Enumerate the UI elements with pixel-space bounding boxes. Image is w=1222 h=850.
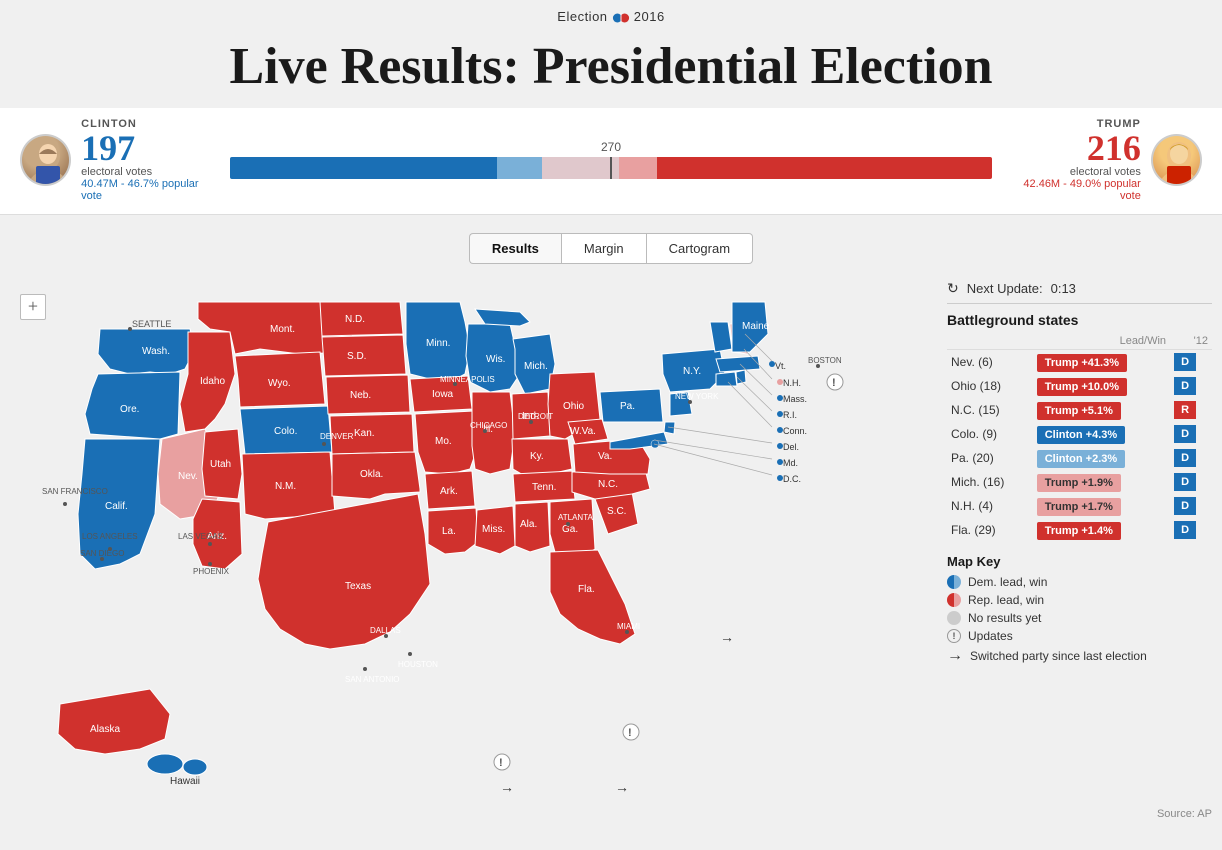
key-none-label: No results yet bbox=[968, 611, 1041, 625]
update-bar: ↻ Next Update: 0:13 bbox=[947, 274, 1212, 304]
key-updates-label: Updates bbox=[968, 629, 1013, 643]
key-rep-label: Rep. lead, win bbox=[968, 593, 1044, 607]
lead-bar: Clinton +2.3% bbox=[1037, 450, 1125, 468]
year12-badge: D bbox=[1174, 353, 1196, 371]
update-time: 0:13 bbox=[1051, 281, 1076, 296]
trump-avatar bbox=[1151, 134, 1202, 186]
table-row: Fla. (29) Trump +1.4% D bbox=[947, 518, 1212, 542]
state-name: Ohio (18) bbox=[951, 379, 1001, 393]
svg-text:Md.: Md. bbox=[783, 458, 798, 468]
trump-lead-bar bbox=[619, 157, 657, 179]
svg-text:BOSTON: BOSTON bbox=[808, 356, 842, 365]
map-key-title: Map Key bbox=[947, 554, 1212, 569]
state-name: Pa. (20) bbox=[951, 451, 994, 465]
clinton-info: CLINTON 197 electoral votes 40.47M - 46.… bbox=[20, 118, 220, 202]
year12-badge: D bbox=[1174, 497, 1196, 515]
key-rep: Rep. lead, win bbox=[947, 593, 1212, 607]
tab-cartogram[interactable]: Cartogram bbox=[647, 233, 753, 264]
year12-badge: D bbox=[1174, 473, 1196, 491]
clinton-avatar bbox=[20, 134, 71, 186]
svg-text:→: → bbox=[720, 629, 734, 645]
state-name: Fla. (29) bbox=[951, 523, 996, 537]
svg-text:Mass.: Mass. bbox=[783, 394, 807, 404]
svg-text:Hawaii: Hawaii bbox=[170, 776, 200, 787]
lead-bar: Trump +1.4% bbox=[1037, 522, 1121, 540]
svg-text:Conn.: Conn. bbox=[783, 426, 807, 436]
key-updates: ! Updates bbox=[947, 629, 1212, 643]
table-row: Nev. (6) Trump +41.3% D bbox=[947, 349, 1212, 374]
table-row: Mich. (16) Trump +1.9% D bbox=[947, 470, 1212, 494]
col-year-header: '12 bbox=[1170, 333, 1212, 350]
lead-bar: Trump +41.3% bbox=[1037, 354, 1127, 372]
main-title: Live Results: Presidential Election bbox=[0, 27, 1222, 108]
svg-text:Vt.: Vt. bbox=[775, 361, 786, 371]
right-panel: ↻ Next Update: 0:13 Battleground states … bbox=[932, 274, 1212, 794]
year12-badge: D bbox=[1174, 425, 1196, 443]
key-switched-label: Switched party since last election bbox=[970, 649, 1147, 663]
key-switched: → Switched party since last election bbox=[947, 647, 1212, 665]
source-text: Source: AP bbox=[0, 804, 1222, 824]
table-row: N.H. (4) Trump +1.7% D bbox=[947, 494, 1212, 518]
dem-win-dot bbox=[947, 575, 961, 589]
year12-badge: D bbox=[1174, 521, 1196, 539]
svg-text:N.H.: N.H. bbox=[783, 378, 801, 388]
map-key: Map Key Dem. lead, win Rep. lead, win No… bbox=[947, 554, 1212, 665]
switched-arrow: → bbox=[947, 647, 963, 665]
clinton-lead-bar bbox=[497, 157, 543, 179]
key-dem-label: Dem. lead, win bbox=[968, 575, 1047, 589]
table-row: N.C. (15) Trump +5.1% R bbox=[947, 398, 1212, 422]
svg-text:R.I.: R.I. bbox=[783, 410, 797, 420]
rep-win-dot bbox=[947, 593, 961, 607]
lead-bar: Trump +5.1% bbox=[1037, 402, 1121, 420]
lead-bar: Trump +1.9% bbox=[1037, 474, 1121, 492]
trump-info: TRUMP 216 electoral votes 42.46M - 49.0%… bbox=[1002, 118, 1202, 202]
svg-text:D.C.: D.C. bbox=[783, 474, 801, 484]
refresh-icon: ↻ bbox=[947, 280, 959, 297]
tab-margin[interactable]: Margin bbox=[561, 233, 647, 264]
table-row: Colo. (9) Clinton +4.3% D bbox=[947, 422, 1212, 446]
state-name: Colo. (9) bbox=[951, 427, 997, 441]
trump-win-bar bbox=[657, 157, 992, 179]
table-row: Ohio (18) Trump +10.0% D bbox=[947, 374, 1212, 398]
progress-bar: 270 bbox=[230, 140, 992, 179]
lead-bar: Clinton +4.3% bbox=[1037, 426, 1125, 444]
year12-badge: R bbox=[1174, 401, 1196, 419]
svg-text:→: → bbox=[500, 779, 514, 794]
svg-text:SEATTLE: SEATTLE bbox=[132, 319, 171, 329]
map-section: + Wash. Ore. Calif. Nev. Idaho M bbox=[10, 274, 932, 794]
trump-stats: TRUMP 216 electoral votes 42.46M - 49.0%… bbox=[1002, 118, 1141, 202]
score-bar: CLINTON 197 electoral votes 40.47M - 46.… bbox=[0, 108, 1222, 215]
main-content: + Wash. Ore. Calif. Nev. Idaho M bbox=[0, 274, 1222, 804]
battleground-title: Battleground states bbox=[947, 312, 1212, 328]
tab-results[interactable]: Results bbox=[469, 233, 561, 264]
lead-bar: Trump +1.7% bbox=[1037, 498, 1121, 516]
key-dem: Dem. lead, win bbox=[947, 575, 1212, 589]
state-name: N.C. (15) bbox=[951, 403, 1000, 417]
svg-text:Del.: Del. bbox=[783, 442, 799, 452]
us-map: Wash. Ore. Calif. Nev. Idaho Mont. Wyo. bbox=[10, 274, 932, 794]
state-name: Mich. (16) bbox=[951, 475, 1004, 489]
battleground-table: Lead/Win '12 Nev. (6) Trump +41.3% D Ohi… bbox=[947, 333, 1212, 542]
updates-icon: ! bbox=[947, 629, 961, 643]
none-dot bbox=[947, 611, 961, 625]
state-name: Nev. (6) bbox=[951, 355, 993, 369]
clinton-win-bar bbox=[230, 157, 497, 179]
table-row: Pa. (20) Clinton +2.3% D bbox=[947, 446, 1212, 470]
undecided-bar bbox=[542, 157, 618, 179]
svg-text:SAN ANTONIO: SAN ANTONIO bbox=[345, 675, 400, 684]
key-none: No results yet bbox=[947, 611, 1212, 625]
update-label: Next Update: bbox=[967, 281, 1043, 296]
year12-badge: D bbox=[1174, 449, 1196, 467]
svg-text:→: → bbox=[615, 779, 629, 794]
top-bar: Election 2016 Live Results: Presidential… bbox=[0, 0, 1222, 108]
col-lead-header: Lead/Win bbox=[1033, 333, 1170, 350]
svg-text:HOUSTON: HOUSTON bbox=[398, 660, 438, 669]
election-label: Election 2016 bbox=[557, 9, 664, 24]
col-state bbox=[947, 333, 1033, 350]
state-name: N.H. (4) bbox=[951, 499, 993, 513]
clinton-stats: CLINTON 197 electoral votes 40.47M - 46.… bbox=[81, 118, 220, 202]
view-tabs: Results Margin Cartogram bbox=[0, 215, 1222, 274]
year12-badge: D bbox=[1174, 377, 1196, 395]
lead-bar: Trump +10.0% bbox=[1037, 378, 1127, 396]
